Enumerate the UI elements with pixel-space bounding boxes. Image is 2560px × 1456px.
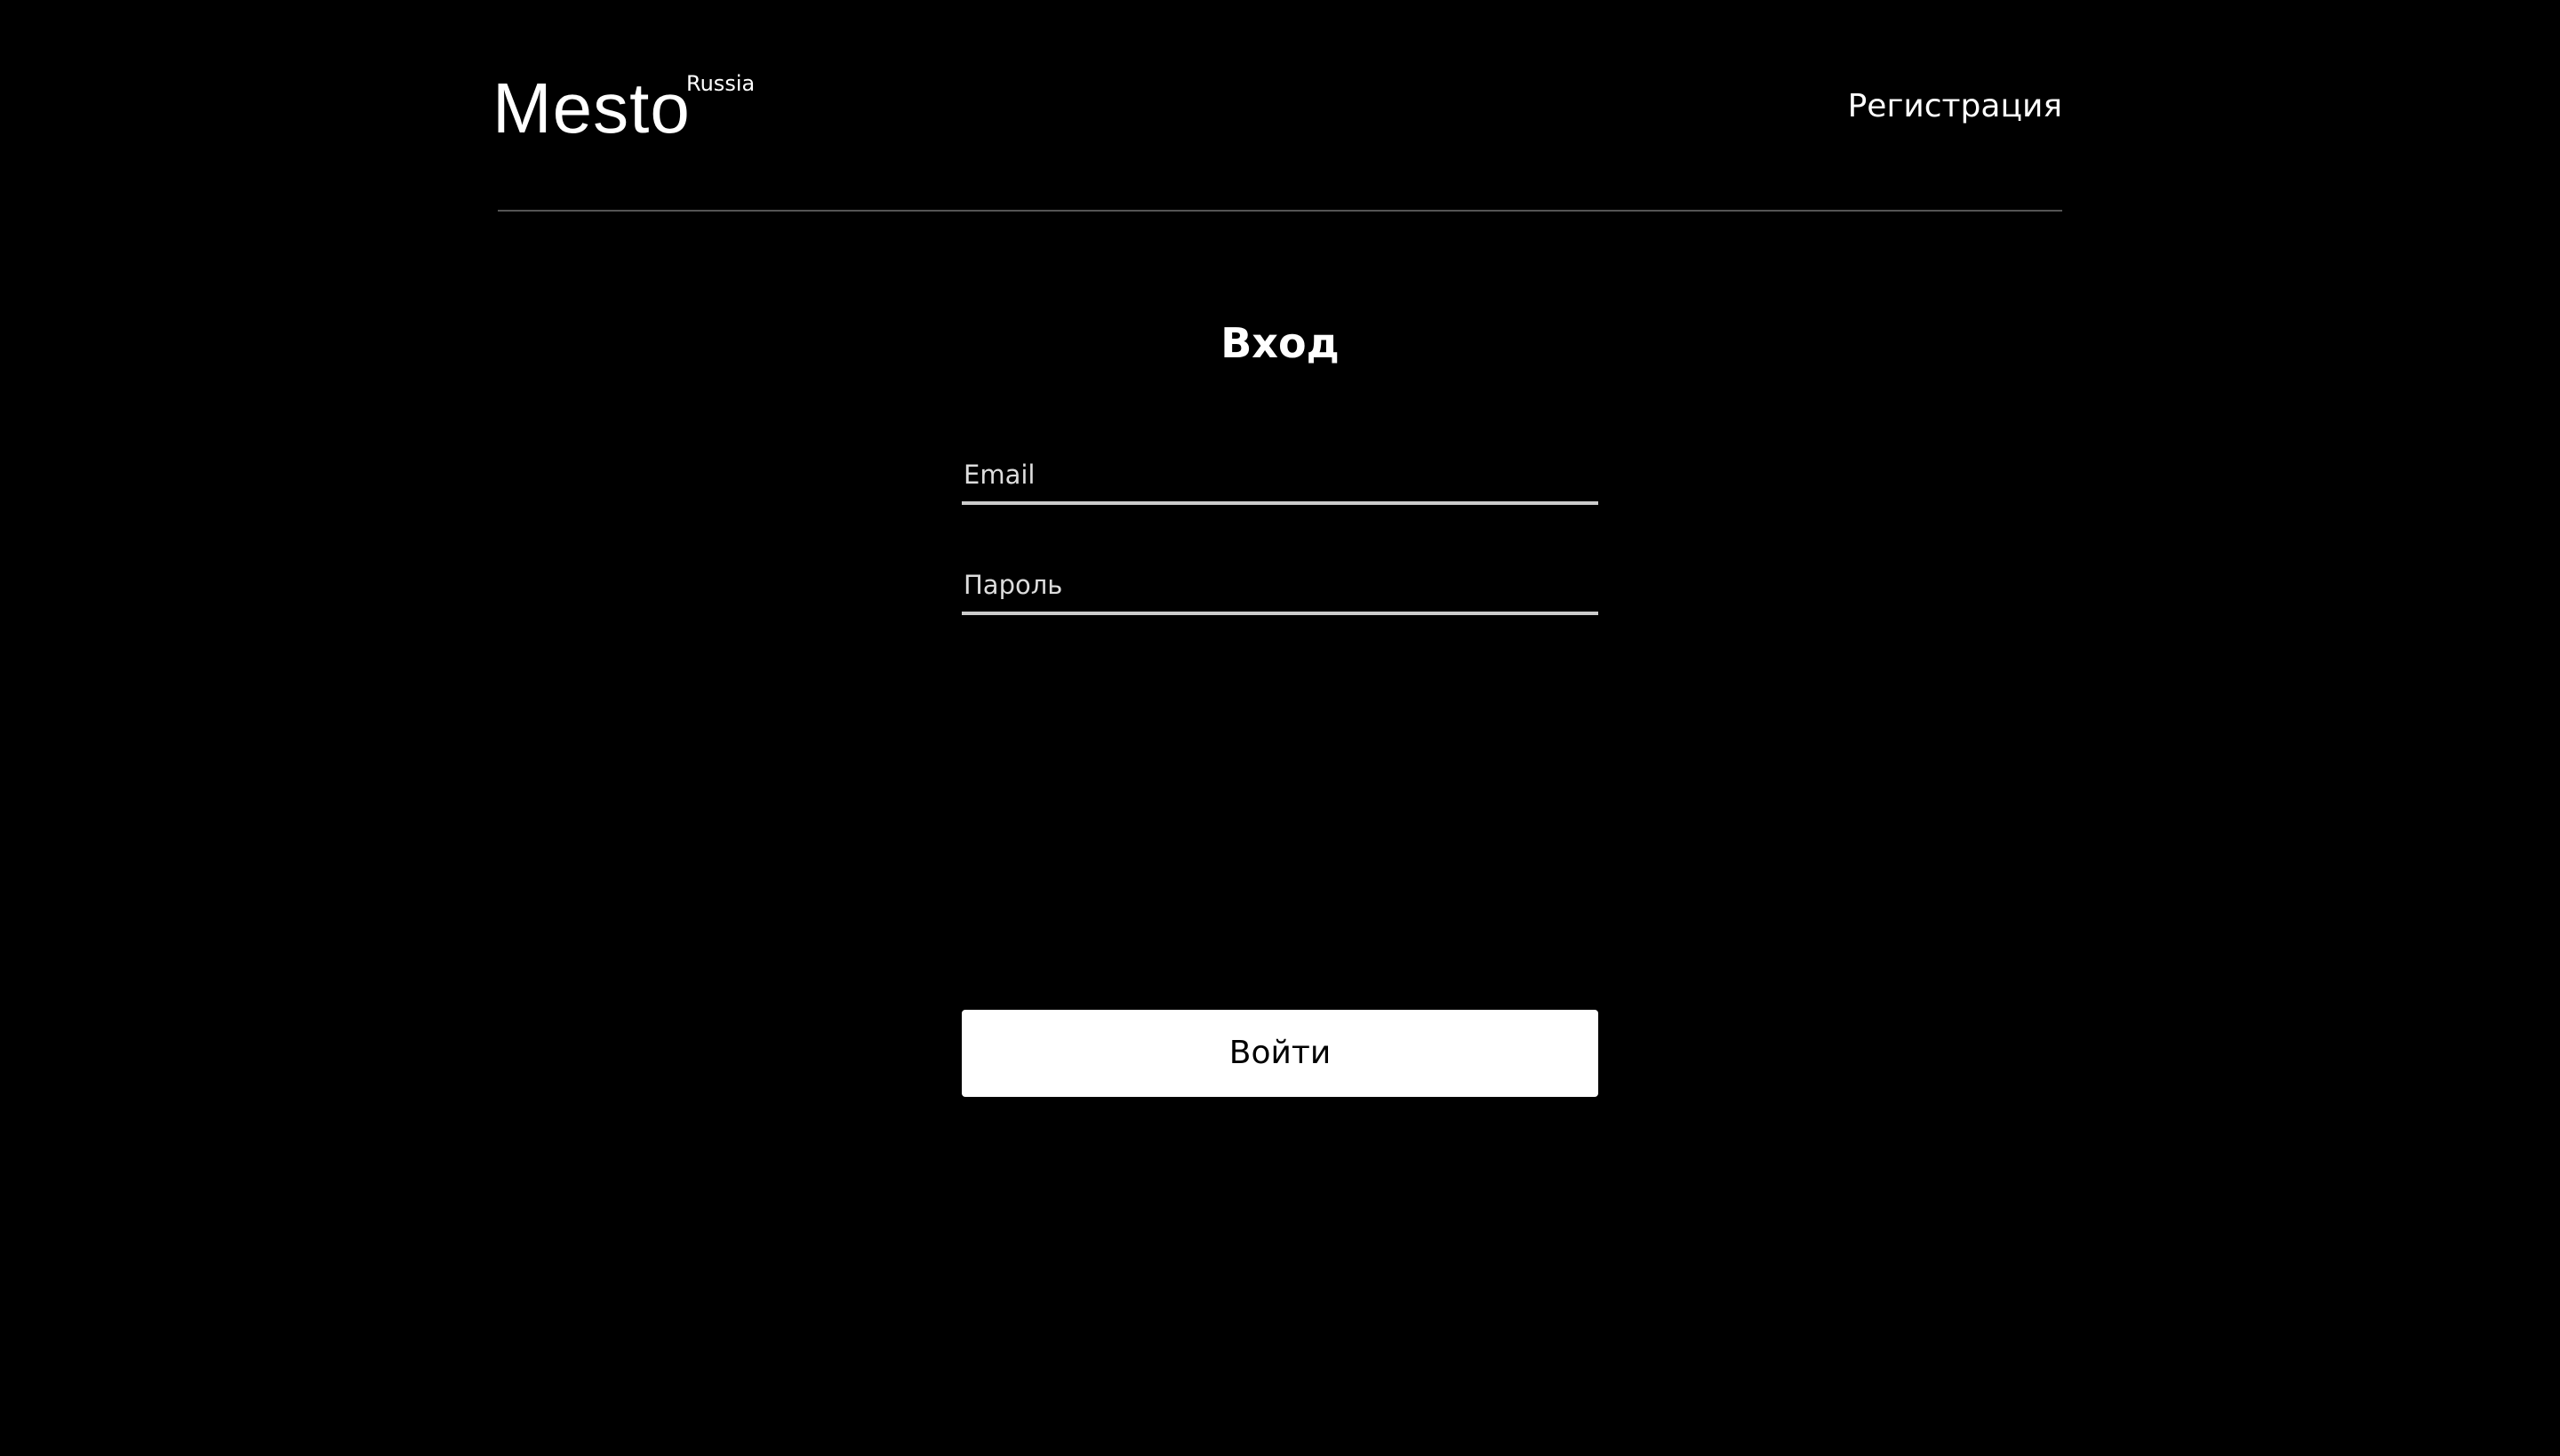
header-divider [498, 210, 2062, 212]
logo-text: Mesto [492, 68, 691, 148]
password-input[interactable] [962, 558, 1598, 615]
register-link[interactable]: Регистрация [1848, 85, 2062, 128]
login-button[interactable]: Войти [962, 1010, 1598, 1097]
logo-superscript: Russia [686, 71, 756, 96]
email-input[interactable] [962, 448, 1598, 505]
login-title: Вход [1220, 319, 1340, 367]
login-form: Вход Войти [962, 311, 1598, 1097]
